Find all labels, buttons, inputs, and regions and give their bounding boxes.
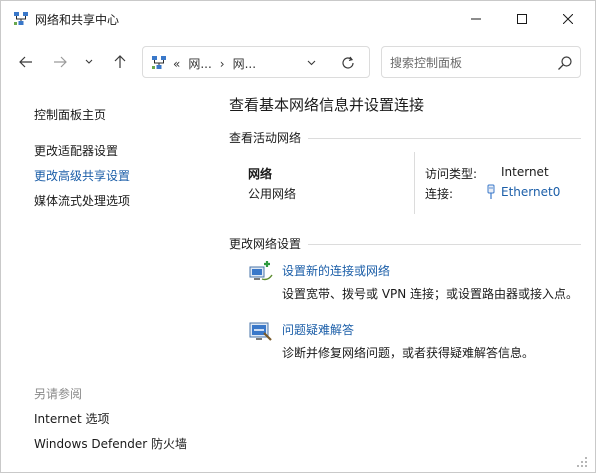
refresh-button[interactable] (339, 54, 357, 72)
address-bar[interactable]: « 网... › 网... (142, 46, 370, 78)
connections-label: 连接: (425, 187, 454, 201)
see-also-internet-options[interactable]: Internet 选项 (34, 410, 109, 427)
arrow-up-icon (114, 55, 126, 68)
chevron-down-icon (85, 59, 93, 64)
active-networks-heading: 查看活动网络 (229, 131, 302, 145)
search-input[interactable] (390, 54, 550, 72)
network-sharing-center-window: 网络和共享中心 « 网... › 网... 搜索控制面板 控制面板主页 更改适配器… (0, 0, 596, 473)
network-type-link: 公用网络 (248, 187, 297, 201)
maximize-icon (517, 14, 527, 24)
close-button[interactable] (545, 1, 591, 37)
network-center-icon (13, 11, 29, 27)
up-button[interactable] (107, 49, 133, 75)
arrow-left-icon (19, 56, 32, 68)
see-also-windows-firewall[interactable]: Windows Defender 防火墙 (34, 435, 187, 452)
breadcrumb-overflow[interactable]: « (173, 57, 180, 71)
setup-connection-description: 设置宽带、拨号或 VPN 连接；或设置路由器或接入点。 (282, 287, 579, 301)
section-divider (308, 138, 581, 139)
resize-grip-icon[interactable] (573, 453, 589, 469)
troubleshoot-description: 诊断并修复网络问题，或者获得疑难解答信息。 (282, 346, 535, 360)
network-divider (414, 152, 415, 214)
minimize-icon (471, 18, 481, 20)
forward-button[interactable] (47, 49, 73, 75)
sidebar-item-media-streaming[interactable]: 媒体流式处理选项 (34, 192, 130, 209)
ethernet-icon (485, 184, 497, 200)
page-title: 查看基本网络信息并设置连接 (229, 96, 425, 114)
access-type-label: 访问类型: (425, 167, 478, 181)
minimize-button[interactable] (453, 1, 499, 37)
sidebar-item-control-panel-home[interactable]: 控制面板主页 (34, 106, 106, 123)
search-icon[interactable] (557, 55, 573, 71)
title-bar: 网络和共享中心 (1, 1, 595, 37)
search-box[interactable] (381, 46, 581, 78)
maximize-button[interactable] (499, 1, 545, 37)
close-icon (563, 14, 573, 24)
troubleshoot-icon (248, 319, 274, 345)
network-center-icon (151, 55, 167, 71)
window-title: 网络和共享中心 (35, 13, 120, 27)
chevron-down-icon (307, 60, 315, 66)
arrow-right-icon (54, 56, 67, 68)
breadcrumb-item[interactable]: 网... (233, 57, 256, 71)
ethernet0-link[interactable]: Ethernet0 (501, 185, 560, 199)
breadcrumb: « 网... › 网... (173, 55, 264, 72)
sidebar-item-adapter-settings[interactable]: 更改适配器设置 (34, 142, 118, 159)
section-divider (308, 244, 581, 245)
see-also-heading: 另请参阅 (34, 387, 83, 401)
refresh-icon (342, 56, 354, 69)
new-connection-icon (248, 259, 274, 285)
recent-locations-button[interactable] (79, 49, 99, 75)
back-button[interactable] (13, 49, 39, 75)
change-settings-heading: 更改网络设置 (229, 237, 302, 251)
troubleshoot-link[interactable]: 问题疑难解答 (282, 321, 354, 338)
access-type-value: Internet (501, 165, 549, 179)
sidebar-item-advanced-sharing[interactable]: 更改高级共享设置 (34, 167, 130, 184)
setup-connection-link[interactable]: 设置新的连接或网络 (282, 262, 390, 279)
breadcrumb-separator[interactable]: › (220, 57, 225, 71)
breadcrumb-item[interactable]: 网... (188, 57, 211, 71)
address-dropdown-button[interactable] (303, 55, 319, 71)
network-name: 网络 (248, 167, 273, 181)
